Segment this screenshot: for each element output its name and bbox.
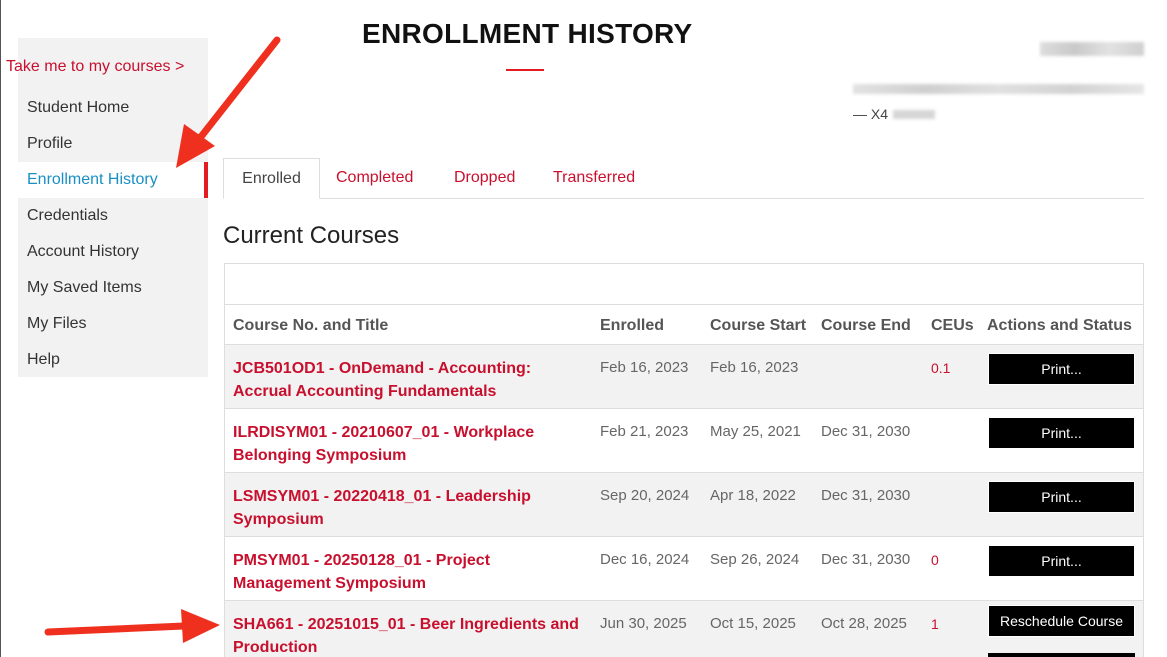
tab-enrolled[interactable]: Enrolled xyxy=(223,158,320,199)
section-title: Current Courses xyxy=(223,222,400,249)
arrow-to-beer-course xyxy=(44,609,220,643)
user-email-redacted xyxy=(853,84,1144,94)
cell-enrolled: Dec 16, 2024 xyxy=(600,551,690,568)
courses-table: Course No. and Title Enrolled Course Sta… xyxy=(224,263,1144,657)
user-id: — X4 xyxy=(853,106,889,122)
user-name-redacted xyxy=(1040,42,1144,56)
print-button[interactable]: Print... xyxy=(988,545,1135,577)
table-caption-row xyxy=(225,264,1143,305)
sidebar-item-student-home[interactable]: Student Home xyxy=(27,99,129,117)
cell-start: Apr 18, 2022 xyxy=(710,487,796,504)
reschedule-course-button[interactable]: Reschedule Course xyxy=(988,605,1135,637)
cell-end: Dec 31, 2030 xyxy=(821,551,911,568)
cell-end: Dec 31, 2030 xyxy=(821,487,911,504)
cell-end: Dec 31, 2030 xyxy=(821,423,911,440)
course-title-link[interactable]: SHA661 - 20251015_01 - Beer Ingredients … xyxy=(233,613,585,657)
print-button[interactable]: Print... xyxy=(988,417,1135,449)
user-id-redacted xyxy=(893,110,935,119)
sidebar-item-account-history[interactable]: Account History xyxy=(27,243,139,261)
course-title-link[interactable]: JCB501OD1 - OnDemand - Accounting: Accru… xyxy=(233,357,585,403)
cell-enrolled: Feb 21, 2023 xyxy=(600,423,689,440)
tab-transferred[interactable]: Transferred xyxy=(553,158,635,199)
cell-start: Sep 26, 2024 xyxy=(710,551,800,568)
cell-ceus-link[interactable]: 0.1 xyxy=(931,360,950,376)
table-row: LSMSYM01 - 20220418_01 - Leadership Symp… xyxy=(225,473,1143,537)
sidebar-item-help[interactable]: Help xyxy=(27,351,60,369)
cell-ceus-link[interactable]: 0 xyxy=(931,552,939,568)
sidebar-item-my-saved-items[interactable]: My Saved Items xyxy=(27,279,142,297)
sidebar-item-my-files[interactable]: My Files xyxy=(27,315,87,333)
tab-dropped[interactable]: Dropped xyxy=(454,158,515,199)
table-row: SHA661 - 20251015_01 - Beer Ingredients … xyxy=(225,601,1143,657)
sidebar-item-enrollment-history[interactable]: Enrollment History xyxy=(27,171,158,189)
sidebar-item-credentials[interactable]: Credentials xyxy=(27,207,108,225)
cell-start: Feb 16, 2023 xyxy=(710,359,799,376)
cell-start: Oct 15, 2025 xyxy=(710,615,796,632)
window-edge xyxy=(0,0,1,657)
page-title: ENROLLMENT HISTORY xyxy=(362,18,693,49)
cell-enrolled: Feb 16, 2023 xyxy=(600,359,689,376)
header-course-end: Course End xyxy=(821,317,911,334)
table-header-row: Course No. and Title Enrolled Course Sta… xyxy=(225,305,1143,345)
cell-start: May 25, 2021 xyxy=(710,423,801,440)
header-course-start: Course Start xyxy=(710,317,807,334)
table-row: PMSYM01 - 20250128_01 - Project Manageme… xyxy=(225,537,1143,601)
secondary-action-button[interactable] xyxy=(988,653,1135,657)
header-ceus: CEUs xyxy=(931,317,974,334)
tab-completed[interactable]: Completed xyxy=(336,158,413,199)
cell-enrolled: Jun 30, 2025 xyxy=(600,615,687,632)
course-title-link[interactable]: ILRDISYM01 - 20210607_01 - Workplace Bel… xyxy=(233,421,585,467)
header-course: Course No. and Title xyxy=(233,317,389,334)
sidebar-active-indicator xyxy=(204,162,208,198)
print-button[interactable]: Print... xyxy=(988,481,1135,513)
header-actions: Actions and Status xyxy=(987,317,1132,334)
cell-enrolled: Sep 20, 2024 xyxy=(600,487,690,504)
cell-ceus-link[interactable]: 1 xyxy=(931,616,939,632)
table-row: JCB501OD1 - OnDemand - Accounting: Accru… xyxy=(225,345,1143,409)
cell-end: Oct 28, 2025 xyxy=(821,615,907,632)
take-me-to-my-courses-link[interactable]: Take me to my courses > xyxy=(6,58,184,76)
course-title-link[interactable]: PMSYM01 - 20250128_01 - Project Manageme… xyxy=(233,549,585,595)
course-title-link[interactable]: LSMSYM01 - 20220418_01 - Leadership Symp… xyxy=(233,485,585,531)
header-enrolled: Enrolled xyxy=(600,317,665,334)
table-row: ILRDISYM01 - 20210607_01 - Workplace Bel… xyxy=(225,409,1143,473)
title-underline xyxy=(506,69,544,71)
print-button[interactable]: Print... xyxy=(988,353,1135,385)
sidebar-item-profile[interactable]: Profile xyxy=(27,135,72,153)
